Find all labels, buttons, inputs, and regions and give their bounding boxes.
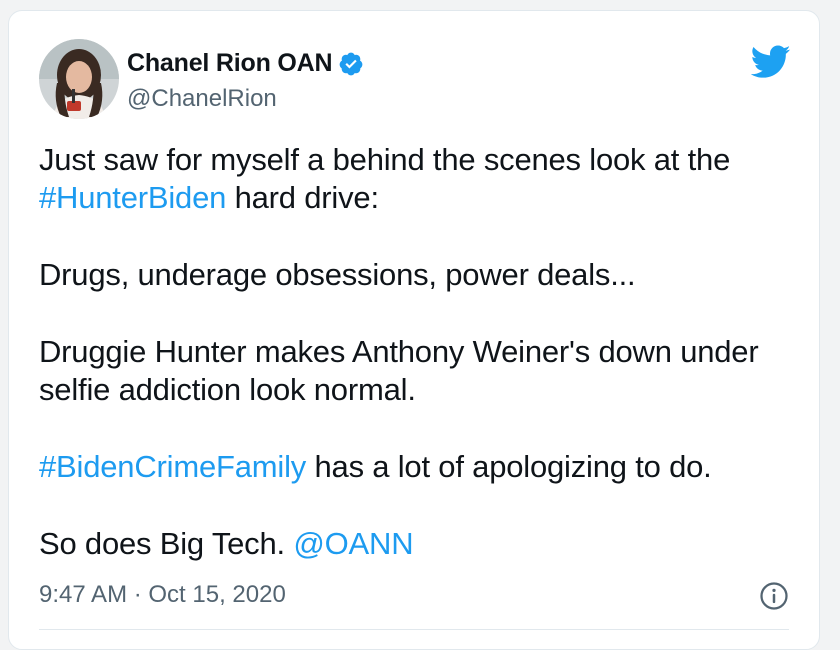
hashtag-link[interactable]: #BidenCrimeFamily — [39, 449, 306, 484]
avatar[interactable] — [39, 39, 119, 119]
hashtag-link[interactable]: #HunterBiden — [39, 180, 226, 215]
tweet-text-segment: selfie addiction look normal. — [39, 372, 416, 407]
tweet-paragraph: #BidenCrimeFamily has a lot of apologizi… — [39, 448, 809, 486]
tweet-paragraph: Just saw for myself a behind the scenes … — [39, 141, 809, 217]
divider — [39, 629, 789, 630]
profile-photo — [39, 39, 119, 119]
tweet-timestamp[interactable]: 9:47 AM · Oct 15, 2020 — [39, 581, 286, 609]
author-name-row: Chanel Rion OAN — [127, 49, 364, 78]
mention-link[interactable]: @OANN — [293, 526, 413, 561]
tweet-text-segment: Just saw for myself a behind the scenes … — [39, 142, 731, 177]
tweet-paragraph: Druggie Hunter makes Anthony Weiner's do… — [39, 333, 809, 409]
tweet-paragraph: Drugs, underage obsessions, power deals.… — [39, 257, 636, 292]
tweet-text-segment: hard drive: — [226, 180, 379, 215]
twitter-bird-icon[interactable] — [751, 45, 791, 79]
verified-badge-icon — [339, 52, 363, 75]
tweet-text-segment: Druggie Hunter makes Anthony Weiner's do… — [39, 334, 759, 369]
info-icon[interactable] — [759, 581, 789, 611]
author-handle[interactable]: @ChanelRion — [127, 85, 277, 113]
tweet-text-segment: has a lot of apologizing to do. — [306, 449, 712, 484]
tweet-card: Chanel Rion OAN @ChanelRion Just saw for… — [8, 10, 820, 650]
display-name[interactable]: Chanel Rion OAN — [127, 49, 333, 78]
tweet-text: Just saw for myself a behind the scenes … — [39, 141, 809, 602]
tweet-paragraph: So does Big Tech. @OANN — [39, 525, 809, 563]
tweet-text-segment: So does Big Tech. — [39, 526, 294, 561]
